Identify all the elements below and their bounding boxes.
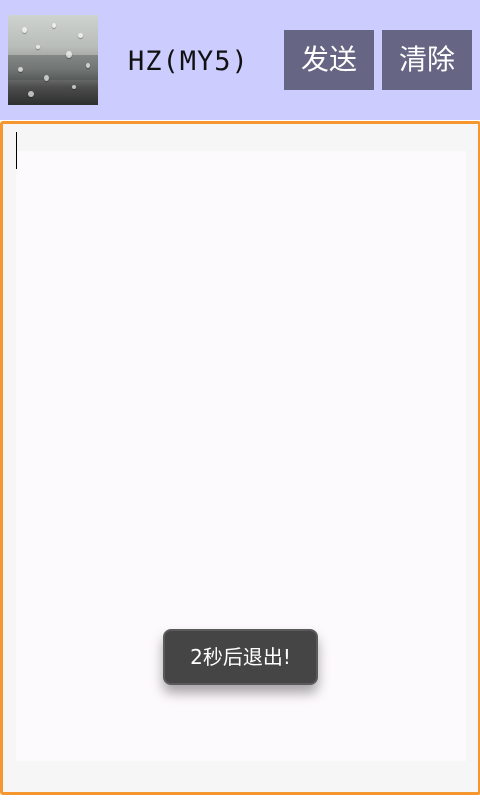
header-bar: HZ(MY5) 发送 清除 <box>0 0 480 120</box>
send-button[interactable]: 发送 <box>284 30 374 90</box>
clear-button[interactable]: 清除 <box>382 30 472 90</box>
page-title: HZ(MY5) <box>128 46 249 77</box>
message-input-frame[interactable] <box>0 121 480 795</box>
text-cursor <box>16 132 17 169</box>
toast-message: 2秒后退出! <box>163 629 318 685</box>
avatar[interactable] <box>8 15 98 105</box>
